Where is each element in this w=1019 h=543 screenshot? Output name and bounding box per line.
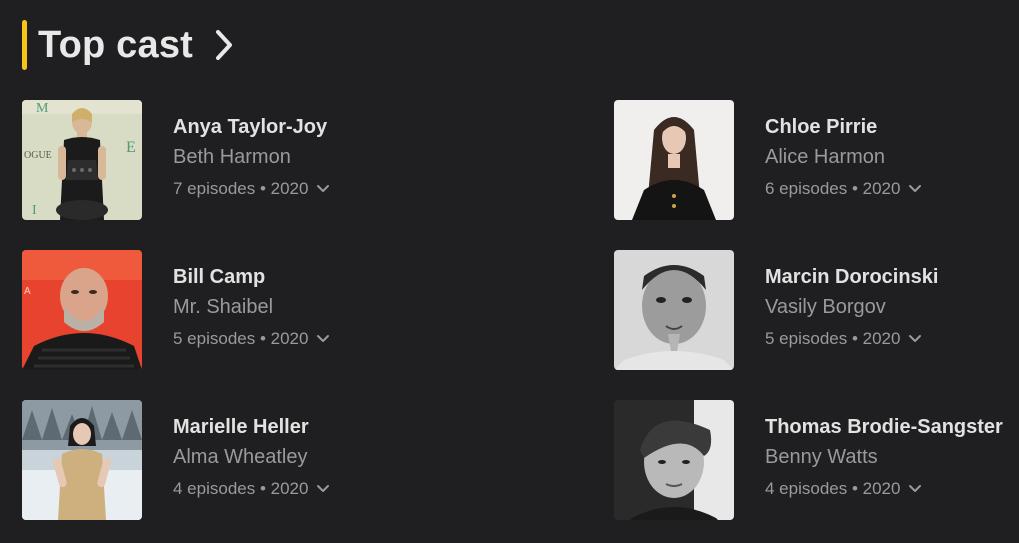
- cast-info: Chloe Pirrie Alice Harmon 6 episodes • 2…: [765, 100, 922, 199]
- episodes-text: 7 episodes • 2020: [173, 179, 309, 198]
- actor-name[interactable]: Anya Taylor-Joy: [173, 115, 330, 139]
- chevron-down-icon: [908, 184, 922, 194]
- actor-name[interactable]: Bill Camp: [173, 265, 330, 289]
- episodes-toggle[interactable]: 4 episodes • 2020: [173, 479, 330, 499]
- cast-info: Marcin Dorocinski Vasily Borgov 5 episod…: [765, 250, 938, 349]
- character-name[interactable]: Mr. Shaibel: [173, 295, 330, 319]
- cast-card[interactable]: Thomas Brodie-Sangster Benny Watts 4 epi…: [614, 400, 1003, 520]
- actor-name[interactable]: Thomas Brodie-Sangster: [765, 415, 1003, 439]
- cast-info: Anya Taylor-Joy Beth Harmon 7 episodes •…: [173, 100, 330, 199]
- actor-name[interactable]: Chloe Pirrie: [765, 115, 922, 139]
- chevron-down-icon: [316, 184, 330, 194]
- cast-info: Thomas Brodie-Sangster Benny Watts 4 epi…: [765, 400, 1003, 499]
- top-cast-section: Top cast M OGUE E I Anya Taylor-Joy Beth…: [0, 0, 1019, 543]
- accent-bar: [22, 20, 27, 70]
- cast-card[interactable]: Chloe Pirrie Alice Harmon 6 episodes • 2…: [614, 100, 922, 220]
- top-cast-header-link[interactable]: Top cast: [22, 20, 235, 70]
- episodes-toggle[interactable]: 4 episodes • 2020: [765, 479, 1003, 499]
- episodes-toggle[interactable]: 6 episodes • 2020: [765, 179, 922, 199]
- svg-text:M: M: [36, 101, 49, 116]
- chevron-down-icon: [316, 334, 330, 344]
- episodes-toggle[interactable]: 7 episodes • 2020: [173, 179, 330, 199]
- actor-photo[interactable]: [614, 100, 734, 220]
- episodes-text: 6 episodes • 2020: [765, 179, 901, 198]
- chevron-down-icon: [908, 334, 922, 344]
- cast-info: Marielle Heller Alma Wheatley 4 episodes…: [173, 400, 330, 499]
- cast-card[interactable]: Marcin Dorocinski Vasily Borgov 5 episod…: [614, 250, 938, 370]
- actor-photo[interactable]: [22, 400, 142, 520]
- episodes-text: 4 episodes • 2020: [173, 479, 309, 498]
- actor-name[interactable]: Marielle Heller: [173, 415, 330, 439]
- episodes-text: 5 episodes • 2020: [173, 329, 309, 348]
- character-name[interactable]: Alma Wheatley: [173, 445, 330, 469]
- svg-text:I: I: [32, 203, 37, 218]
- episodes-text: 4 episodes • 2020: [765, 479, 901, 498]
- character-name[interactable]: Vasily Borgov: [765, 295, 938, 319]
- episodes-toggle[interactable]: 5 episodes • 2020: [765, 329, 938, 349]
- actor-name[interactable]: Marcin Dorocinski: [765, 265, 938, 289]
- cast-card[interactable]: A Bill Camp Mr. Shaibel 5 episodes • 202…: [22, 250, 330, 370]
- actor-photo[interactable]: [614, 400, 734, 520]
- episodes-text: 5 episodes • 2020: [765, 329, 901, 348]
- chevron-right-icon[interactable]: [213, 28, 235, 62]
- svg-text:A: A: [24, 286, 31, 297]
- cast-card[interactable]: Marielle Heller Alma Wheatley 4 episodes…: [22, 400, 330, 520]
- actor-photo[interactable]: A: [22, 250, 142, 370]
- character-name[interactable]: Benny Watts: [765, 445, 1003, 469]
- actor-photo[interactable]: [614, 250, 734, 370]
- episodes-toggle[interactable]: 5 episodes • 2020: [173, 329, 330, 349]
- chevron-down-icon: [908, 484, 922, 494]
- svg-text:OGUE: OGUE: [24, 150, 52, 161]
- character-name[interactable]: Beth Harmon: [173, 145, 330, 169]
- cast-card[interactable]: M OGUE E I Anya Taylor-Joy Beth Harmon 7…: [22, 100, 330, 220]
- section-title: Top cast: [38, 23, 194, 66]
- character-name[interactable]: Alice Harmon: [765, 145, 922, 169]
- actor-photo[interactable]: M OGUE E I: [22, 100, 142, 220]
- svg-text:E: E: [126, 139, 136, 156]
- chevron-down-icon: [316, 484, 330, 494]
- cast-info: Bill Camp Mr. Shaibel 5 episodes • 2020: [173, 250, 330, 349]
